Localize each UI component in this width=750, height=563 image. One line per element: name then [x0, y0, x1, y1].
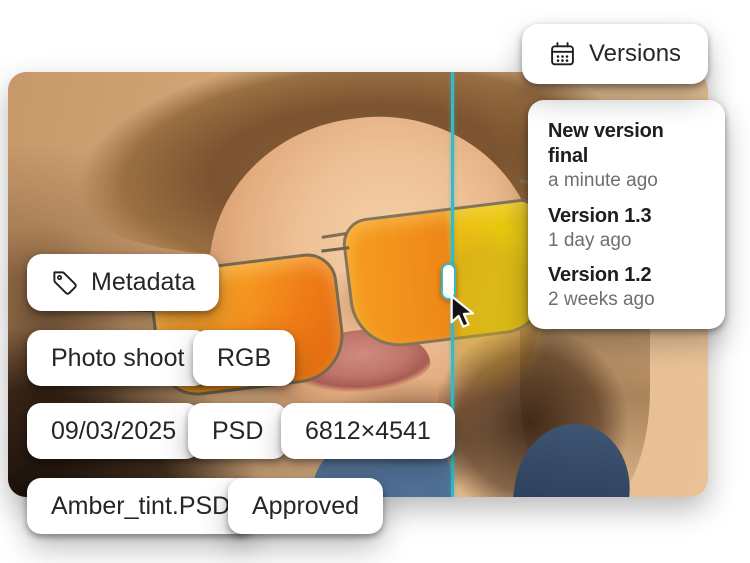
mouse-cursor-icon — [449, 294, 479, 330]
metadata-chip-filename[interactable]: Amber_tint.PSD — [27, 478, 254, 534]
chip-label: 6812×4541 — [305, 417, 431, 446]
calendar-icon — [549, 41, 576, 68]
version-name: Version 1.2 — [548, 263, 705, 288]
versions-button[interactable]: Versions — [522, 24, 708, 84]
version-item-1-2[interactable]: Version 1.2 2 weeks ago — [548, 263, 705, 313]
version-time: 1 day ago — [548, 229, 705, 254]
metadata-chip-photo-shoot[interactable]: Photo shoot — [27, 330, 208, 386]
metadata-chip-dimensions[interactable]: 6812×4541 — [281, 403, 455, 459]
version-time: a minute ago — [548, 169, 705, 194]
version-item-new[interactable]: New version final a minute ago — [548, 119, 705, 194]
metadata-chip-rgb[interactable]: RGB — [193, 330, 295, 386]
metadata-chip-status[interactable]: Approved — [228, 478, 383, 534]
metadata-chip-format[interactable]: PSD — [188, 403, 287, 459]
versions-panel: New version final a minute ago Version 1… — [528, 100, 725, 329]
version-time: 2 weeks ago — [548, 288, 705, 313]
chip-label: 09/03/2025 — [51, 417, 176, 446]
chip-label: PSD — [212, 417, 263, 446]
chip-label: Photo shoot — [51, 344, 184, 373]
metadata-button-label: Metadata — [91, 268, 195, 297]
metadata-chip-date[interactable]: 09/03/2025 — [27, 403, 200, 459]
version-item-1-3[interactable]: Version 1.3 1 day ago — [548, 204, 705, 254]
version-name: New version final — [548, 119, 705, 169]
asset-versioning-screen: Versions New version final a minute ago … — [0, 0, 750, 563]
tag-icon — [51, 269, 78, 296]
chip-label: RGB — [217, 344, 271, 373]
chip-label: Approved — [252, 492, 359, 521]
version-name: Version 1.3 — [548, 204, 705, 229]
metadata-button[interactable]: Metadata — [27, 254, 219, 311]
chip-label: Amber_tint.PSD — [51, 492, 230, 521]
versions-button-label: Versions — [589, 40, 681, 68]
